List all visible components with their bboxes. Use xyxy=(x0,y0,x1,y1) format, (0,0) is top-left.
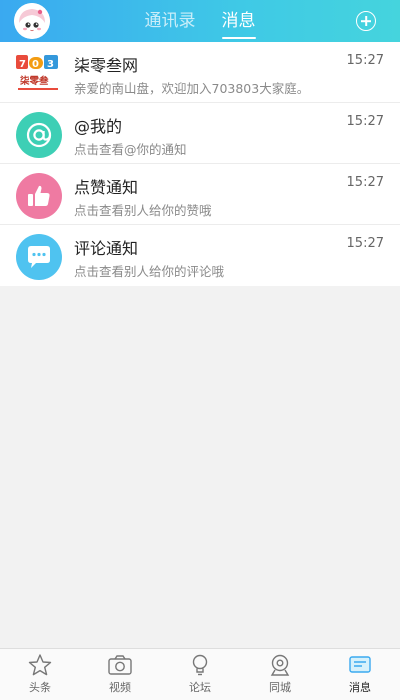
tab-messages[interactable]: 消息 xyxy=(221,0,256,42)
nav-item-headlines[interactable]: 头条 xyxy=(0,649,80,700)
logo-icon: 7 0 3 柒零叁 xyxy=(14,51,62,97)
nav-item-messages[interactable]: 消息 xyxy=(320,649,400,700)
message-preview: 点击查看别人给你的赞哦 xyxy=(74,203,212,218)
message-preview: 亲爱的南山盘，欢迎加入703803大家庭。 xyxy=(74,81,310,96)
tab-contacts[interactable]: 通讯录 xyxy=(145,0,196,42)
message-preview: 点击查看别人给你的评论哦 xyxy=(74,264,225,279)
list-item[interactable]: @我的 点击查看@你的通知 15:27 xyxy=(0,103,400,164)
message-time: 15:27 xyxy=(346,53,384,68)
nav-item-forum[interactable]: 论坛 xyxy=(160,649,240,700)
add-button[interactable] xyxy=(356,11,376,31)
at-icon xyxy=(16,112,62,158)
message-icon xyxy=(349,656,371,673)
nav-label: 头条 xyxy=(29,681,51,694)
nav-item-local[interactable]: 同城 xyxy=(240,649,320,700)
message-title: 评论通知 xyxy=(74,239,139,258)
top-header: 通讯录 消息 xyxy=(0,0,400,42)
message-time: 15:27 xyxy=(346,114,384,129)
svg-text:0: 0 xyxy=(32,59,39,70)
thumbs-up-icon xyxy=(16,173,62,219)
nav-item-video[interactable]: 视频 xyxy=(80,649,160,700)
message-list: 7 0 3 柒零叁 柒零叁网 亲爱的南山盘，欢迎加入703803大家庭。 15:… xyxy=(0,42,400,286)
star-icon xyxy=(28,654,52,676)
message-title: 柒零叁网 xyxy=(74,56,139,75)
message-time: 15:27 xyxy=(346,175,384,190)
location-icon xyxy=(270,654,290,676)
bulb-icon xyxy=(192,654,208,676)
message-title: 点赞通知 xyxy=(74,178,139,197)
camera-icon xyxy=(108,655,132,675)
svg-text:7: 7 xyxy=(19,59,26,70)
message-preview: 点击查看@你的通知 xyxy=(74,142,187,157)
list-item[interactable]: 7 0 3 柒零叁 柒零叁网 亲爱的南山盘，欢迎加入703803大家庭。 15:… xyxy=(0,42,400,103)
svg-text:3: 3 xyxy=(47,59,54,70)
comment-icon xyxy=(16,234,62,280)
nav-label: 视频 xyxy=(109,681,131,694)
message-time: 15:27 xyxy=(346,236,384,251)
nav-label: 论坛 xyxy=(189,681,211,694)
message-title: @我的 xyxy=(74,117,123,136)
nav-label: 同城 xyxy=(269,681,291,694)
svg-text:柒零叁: 柒零叁 xyxy=(19,75,49,87)
header-tabs: 通讯录 消息 xyxy=(0,0,400,42)
nav-label: 消息 xyxy=(349,681,371,694)
bottom-nav: 头条 视频 论坛 同城 消息 xyxy=(0,648,400,700)
list-item[interactable]: 点赞通知 点击查看别人给你的赞哦 15:27 xyxy=(0,164,400,225)
list-item[interactable]: 评论通知 点击查看别人给你的评论哦 15:27 xyxy=(0,225,400,286)
